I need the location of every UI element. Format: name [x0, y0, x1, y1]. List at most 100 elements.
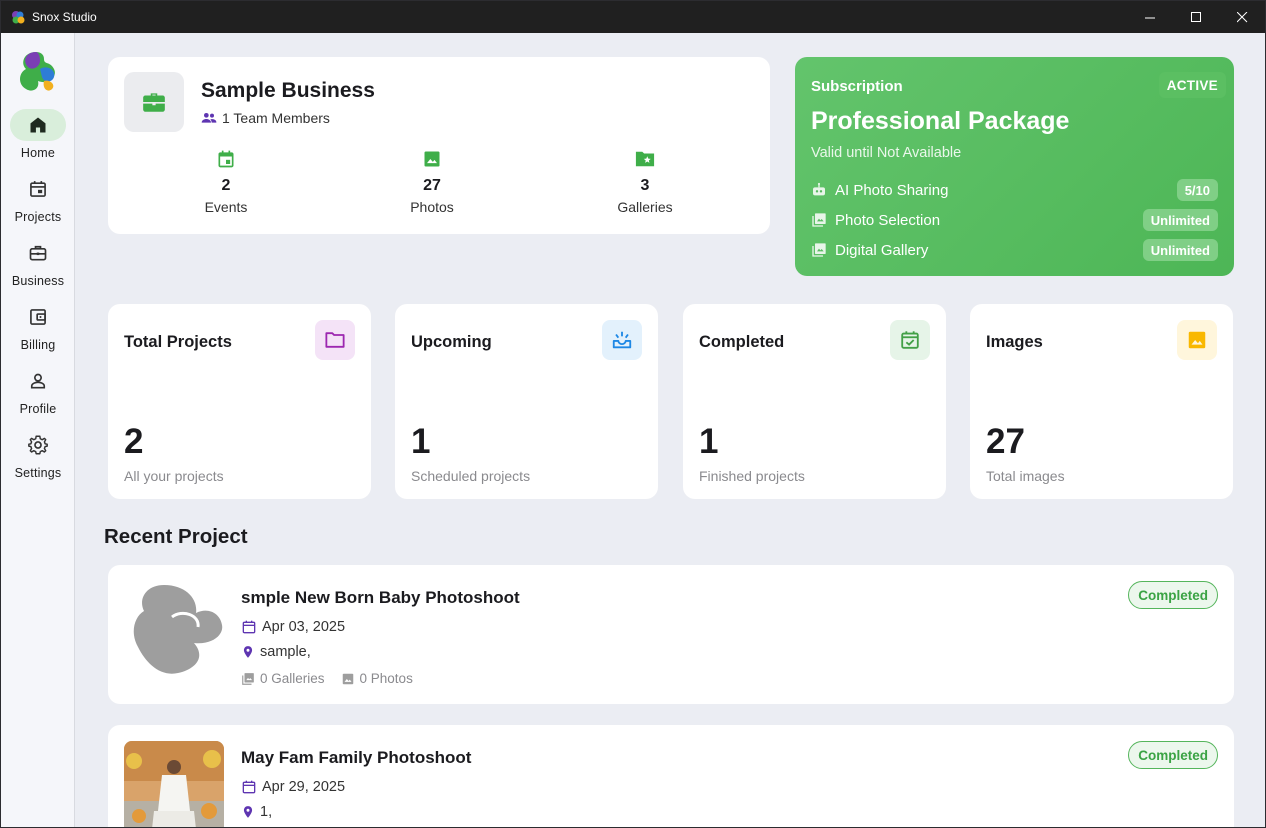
title-bar: Snox Studio [1, 1, 1265, 33]
stat-value: 27 [986, 422, 1025, 461]
calendar-check-icon [890, 320, 930, 360]
feature-name: Photo Selection [835, 211, 941, 229]
stat-caption: Finished projects [699, 468, 805, 484]
project-location: 1, [241, 804, 272, 820]
status-badge: ACTIVE [1158, 72, 1226, 98]
plan-name: Professional Package [811, 107, 1070, 135]
stat-card-images[interactable]: Images 27 Total images [970, 304, 1233, 499]
feature-ai-photo-sharing: AI Photo Sharing 5/10 [811, 178, 1218, 202]
maximize-icon [1190, 11, 1201, 22]
sidebar-item-label: Projects [14, 210, 62, 224]
sidebar-item-label: Business [11, 274, 65, 288]
sidebar-item-home[interactable]: Home [1, 109, 75, 169]
project-date: Apr 03, 2025 [241, 619, 345, 635]
project-thumbnail-placeholder [124, 581, 224, 681]
feature-quota: Unlimited [1142, 239, 1218, 261]
stat-value: 27 [423, 177, 441, 194]
calendar-icon [10, 173, 66, 205]
robot-icon [813, 182, 825, 196]
team-members: 1 Team Members [201, 110, 330, 126]
subscription-card[interactable]: Subscription ACTIVE Professional Package… [795, 57, 1234, 276]
feature-name: Digital Gallery [835, 241, 929, 259]
close-button[interactable] [1219, 1, 1265, 33]
project-location: sample, [241, 644, 311, 660]
app-window: Snox Studio Home Projects Business Billi… [0, 0, 1266, 828]
stat-value: 1 [411, 422, 431, 461]
close-icon [1236, 11, 1247, 22]
project-date-value: Apr 03, 2025 [262, 619, 346, 635]
sidebar-item-business[interactable]: Business [1, 237, 75, 297]
image-icon [1177, 320, 1217, 360]
team-members-label: 1 Team Members [222, 110, 330, 126]
sidebar-item-label: Settings [14, 466, 62, 480]
stat-value: 3 [640, 177, 650, 194]
stat-title: Total Projects [124, 333, 232, 351]
project-name: May Fam Family Photoshoot [241, 748, 472, 767]
calendar-icon [242, 620, 256, 634]
event-icon [218, 150, 234, 168]
location-pin-icon [243, 646, 253, 658]
image-icon [342, 673, 353, 684]
stat-card-completed[interactable]: Completed 1 Finished projects [683, 304, 946, 499]
maximize-button[interactable] [1173, 1, 1219, 33]
app-logo-icon [12, 11, 25, 24]
feature-photo-selection: Photo Selection Unlimited [811, 208, 1218, 232]
stat-caption: All your projects [124, 468, 224, 484]
galleries-stat: 3 Galleries [585, 149, 705, 215]
project-meta: 0 Galleries 0 Photos [241, 671, 429, 686]
stat-label: Events [204, 199, 248, 215]
sidebar-item-profile[interactable]: Profile [1, 365, 75, 425]
stat-caption: Total images [986, 468, 1065, 484]
group-icon [201, 113, 217, 123]
folder-icon [315, 320, 355, 360]
feature-quota: Unlimited [1142, 209, 1218, 231]
wallet-icon [10, 301, 66, 333]
briefcase-icon [10, 237, 66, 269]
photo-library-icon [812, 243, 826, 257]
photos-stat: 27 Photos [372, 149, 492, 215]
project-location-value: sample, [260, 644, 311, 660]
sidebar-item-label: Home [20, 146, 56, 160]
section-title: Recent Project [104, 525, 248, 548]
sidebar: Home Projects Business Billing Profile S… [1, 33, 75, 827]
events-stat: 2 Events [166, 149, 286, 215]
project-card[interactable]: May Fam Family Photoshoot Apr 29, 2025 1… [108, 725, 1234, 827]
sidebar-item-settings[interactable]: Settings [1, 429, 75, 489]
location-pin-icon [243, 806, 253, 818]
photo-library-icon [242, 672, 254, 685]
sidebar-item-billing[interactable]: Billing [1, 301, 75, 361]
stat-title: Completed [699, 333, 785, 351]
feature-digital-gallery: Digital Gallery Unlimited [811, 238, 1218, 262]
folder-star-icon [635, 151, 655, 167]
calendar-icon [242, 780, 256, 794]
project-date: Apr 29, 2025 [241, 779, 345, 795]
stat-value: 1 [699, 422, 719, 461]
stat-value: 2 [124, 422, 144, 461]
plan-validity: Valid until Not Available [811, 145, 962, 161]
home-icon [10, 109, 66, 141]
stat-card-total-projects[interactable]: Total Projects 2 All your projects [108, 304, 371, 499]
image-icon [424, 151, 440, 167]
photo-library-icon [812, 213, 826, 227]
project-thumbnail [124, 741, 224, 827]
photos-count: 0 Photos [341, 671, 413, 686]
stat-title: Images [986, 333, 1043, 351]
minimize-button[interactable] [1127, 1, 1173, 33]
sidebar-item-label: Profile [19, 402, 57, 416]
business-name: Sample Business [201, 79, 375, 102]
stat-label: Photos [410, 199, 454, 215]
project-date-value: Apr 29, 2025 [262, 779, 346, 795]
subscription-label: Subscription [811, 78, 903, 95]
photos-count-value: 0 Photos [359, 671, 413, 686]
feature-name: AI Photo Sharing [835, 181, 949, 199]
sidebar-item-projects[interactable]: Projects [1, 173, 75, 233]
galleries-count-value: 0 Galleries [260, 671, 325, 686]
status-badge: Completed [1128, 581, 1218, 609]
stat-card-upcoming[interactable]: Upcoming 1 Scheduled projects [395, 304, 658, 499]
stat-value: 2 [221, 177, 231, 194]
feature-quota: 5/10 [1176, 179, 1218, 201]
stat-title: Upcoming [411, 333, 492, 351]
status-badge: Completed [1128, 741, 1218, 769]
project-card[interactable]: smple New Born Baby Photoshoot Apr 03, 2… [108, 565, 1234, 704]
person-icon [10, 365, 66, 397]
